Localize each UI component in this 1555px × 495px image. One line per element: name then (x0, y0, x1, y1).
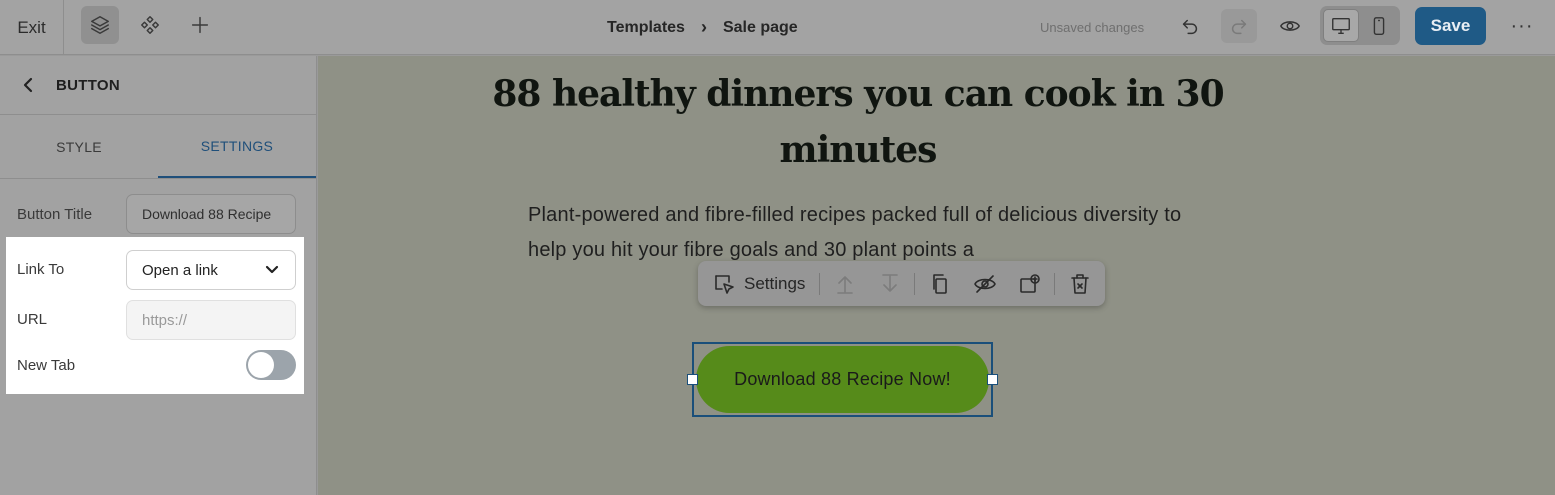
exit-button[interactable]: Exit (0, 0, 64, 55)
mobile-icon (1373, 16, 1385, 35)
page-canvas: 88 healthy dinners you can cook in 30 mi… (318, 56, 1555, 495)
undo-button[interactable] (1172, 9, 1208, 43)
trash-icon (1071, 273, 1089, 294)
toolbar-settings-label: Settings (744, 273, 806, 293)
arrow-down-icon (882, 273, 898, 292)
more-options-icon[interactable]: ··· (1505, 9, 1539, 43)
hide-button[interactable] (973, 267, 997, 300)
tab-style[interactable]: STYLE (0, 115, 158, 178)
unsaved-status: Unsaved changes (1040, 20, 1145, 35)
desktop-icon (1331, 17, 1350, 34)
mobile-view-button[interactable] (1362, 9, 1397, 42)
new-tab-label: New Tab (17, 357, 76, 374)
layers-icon[interactable] (81, 6, 119, 44)
toolbar-divider (914, 273, 915, 295)
element-toolbar: Settings (698, 261, 1105, 306)
add-block-icon (1020, 273, 1040, 293)
save-block-button[interactable] (1018, 267, 1042, 300)
select-cursor-icon (715, 274, 734, 294)
tab-settings[interactable]: SETTINGS (158, 115, 316, 178)
toolbar-settings-button[interactable]: Settings (712, 267, 805, 300)
desktop-view-button[interactable] (1323, 9, 1359, 42)
resize-handle-right[interactable] (987, 374, 998, 385)
save-button[interactable]: Save (1415, 7, 1486, 45)
panel-header: BUTTON (0, 56, 316, 115)
move-down-button[interactable] (878, 267, 902, 300)
duplicate-button[interactable] (928, 267, 952, 300)
resize-handle-left[interactable] (687, 374, 698, 385)
eye-icon (1280, 21, 1300, 31)
link-to-value: Open a link (142, 261, 218, 279)
page-subtext[interactable]: Plant-powered and fibre-filled recipes p… (528, 198, 1188, 268)
panel-tabs: STYLE SETTINGS (0, 115, 316, 179)
button-title-input[interactable]: Download 88 Recipe (126, 194, 296, 234)
add-icon[interactable] (181, 6, 219, 44)
chevron-down-icon (265, 265, 279, 274)
new-tab-toggle[interactable] (246, 350, 296, 380)
link-settings-group: Link To Open a link URL https:// New Tab (6, 237, 304, 394)
breadcrumb-sale-page: Sale page (722, 18, 798, 36)
eye-off-icon (974, 274, 996, 293)
undo-icon (1182, 19, 1198, 35)
preview-button[interactable] (1272, 9, 1308, 43)
top-bar: Exit Templates › Sale page Unsaved chang… (0, 0, 1555, 55)
link-to-label: Link To (17, 261, 65, 278)
breadcrumb-templates[interactable]: Templates (607, 19, 685, 37)
button-title-label: Button Title (17, 205, 93, 223)
delete-button[interactable] (1068, 267, 1092, 300)
components-icon[interactable] (131, 6, 169, 44)
panel-title: BUTTON (56, 76, 121, 94)
toggle-knob (248, 352, 274, 378)
breadcrumb: Templates › Sale page (607, 0, 798, 55)
button-title-row: Button Title Download 88 Recipe (0, 189, 317, 239)
arrow-up-icon (837, 275, 853, 294)
back-chevron-icon[interactable] (22, 77, 36, 93)
url-input[interactable]: https:// (126, 300, 296, 340)
url-label: URL (17, 311, 48, 328)
link-to-select[interactable]: Open a link (126, 250, 296, 290)
selection-outline (687, 342, 998, 417)
device-switcher (1320, 6, 1400, 45)
toolbar-divider (819, 273, 820, 295)
move-up-button[interactable] (833, 267, 857, 300)
duplicate-icon (933, 273, 947, 294)
redo-button[interactable] (1221, 9, 1257, 43)
redo-icon (1231, 19, 1247, 35)
page-headline[interactable]: 88 healthy dinners you can cook in 30 mi… (468, 66, 1248, 178)
breadcrumb-separator: › (700, 17, 707, 37)
toolbar-divider (1054, 273, 1055, 295)
